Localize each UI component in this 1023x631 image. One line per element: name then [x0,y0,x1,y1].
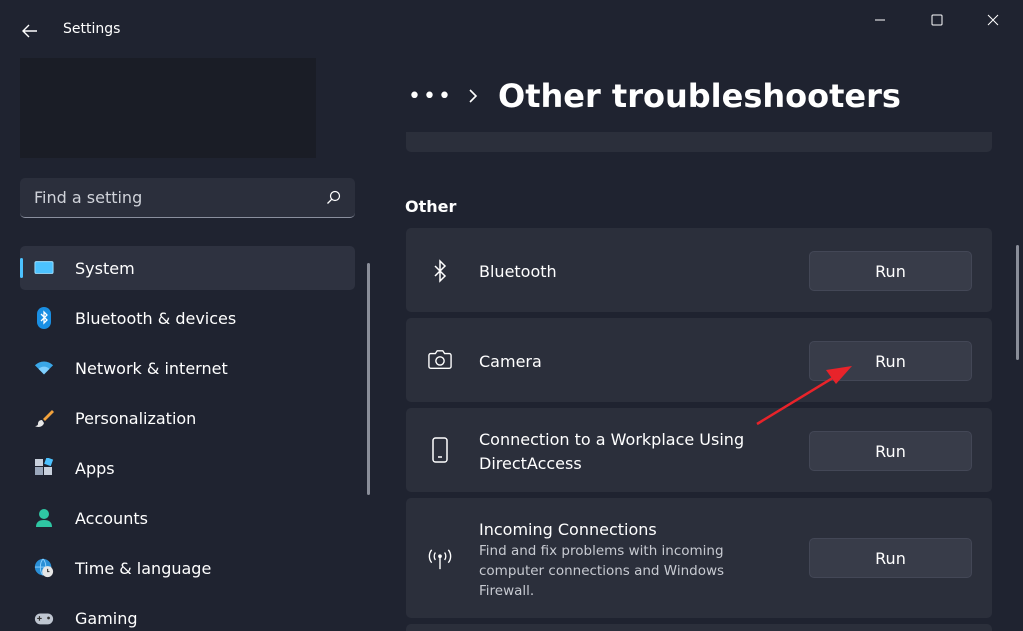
monitor-icon [34,258,54,278]
search-icon[interactable] [326,190,341,205]
brush-icon [34,408,54,428]
previous-card-edge [406,132,992,152]
apps-icon [34,458,54,478]
sidebar-item-label: Time & language [75,558,212,578]
main-scrollbar[interactable] [1016,245,1019,360]
sidebar-item-label: Network & internet [75,358,228,378]
maximize-button[interactable] [914,6,960,34]
sidebar-item-network[interactable]: Network & internet [20,346,355,390]
troubleshooter-title: Incoming Connections [479,520,657,539]
sidebar-item-bluetooth-devices[interactable]: Bluetooth & devices [20,296,355,340]
sidebar-item-label: Gaming [75,608,138,628]
sidebar-item-personalization[interactable]: Personalization [20,396,355,440]
run-button-incoming-connections[interactable]: Run [809,538,972,578]
title-bar: Settings [0,0,1023,60]
troubleshooter-card-directaccess: Connection to a Workplace Using DirectAc… [406,408,992,492]
active-indicator [20,258,23,278]
troubleshooter-card-incoming-connections: Incoming Connections Find and fix proble… [406,498,992,618]
sidebar-item-label: Apps [75,458,115,478]
bluetooth-icon [428,259,452,283]
close-icon [987,14,999,26]
breadcrumb: ••• Other troubleshooters [408,74,901,118]
troubleshooter-title: Connection to a Workplace Using DirectAc… [479,430,745,473]
search-input[interactable]: Find a setting [20,178,355,218]
run-button-directaccess[interactable]: Run [809,431,972,471]
sidebar-item-label: Accounts [75,508,148,528]
globe-clock-icon [34,558,54,578]
bluetooth-icon [34,307,54,329]
minimize-icon [875,19,885,21]
maximize-icon [931,14,943,26]
minimize-button[interactable] [857,6,903,34]
sidebar-item-label: Personalization [75,408,197,428]
troubleshooter-title: Bluetooth [479,262,557,281]
person-icon [34,508,54,528]
app-title: Settings [63,21,121,37]
run-button-bluetooth[interactable]: Run [809,251,972,291]
back-button[interactable] [14,17,46,45]
gamepad-icon [34,608,54,628]
antenna-icon [428,547,452,571]
back-arrow-icon [22,24,37,38]
sidebar-item-system[interactable]: System [20,246,355,290]
sidebar-nav: System Bluetooth & devices Network & int… [20,246,355,631]
sidebar-item-accounts[interactable]: Accounts [20,496,355,540]
wifi-icon [34,358,54,378]
search-placeholder: Find a setting [34,188,143,207]
troubleshooter-card-bluetooth: Bluetooth Run [406,228,992,312]
sidebar-item-apps[interactable]: Apps [20,446,355,490]
troubleshooter-title: Camera [479,352,542,371]
troubleshooter-description: Find and fix problems with incoming comp… [479,543,725,599]
breadcrumb-more-button[interactable]: ••• [408,84,451,109]
sidebar-item-label: System [75,258,135,278]
troubleshooter-card-camera: Camera Run [406,318,992,402]
settings-window: Settings Find a setting System Bluetooth… [0,0,1023,631]
sidebar-scrollbar[interactable] [367,263,370,495]
close-button[interactable] [970,6,1016,34]
phone-device-icon [428,437,452,463]
page-title: Other troubleshooters [498,77,901,115]
account-profile-area[interactable] [20,58,316,158]
next-card-edge [406,624,992,631]
sidebar-item-time-language[interactable]: Time & language [20,546,355,590]
section-title: Other [405,197,457,216]
run-button-camera[interactable]: Run [809,341,972,381]
sidebar-item-label: Bluetooth & devices [75,308,237,328]
camera-icon [428,348,452,372]
chevron-right-icon [468,88,478,104]
sidebar-item-gaming[interactable]: Gaming [20,596,355,631]
